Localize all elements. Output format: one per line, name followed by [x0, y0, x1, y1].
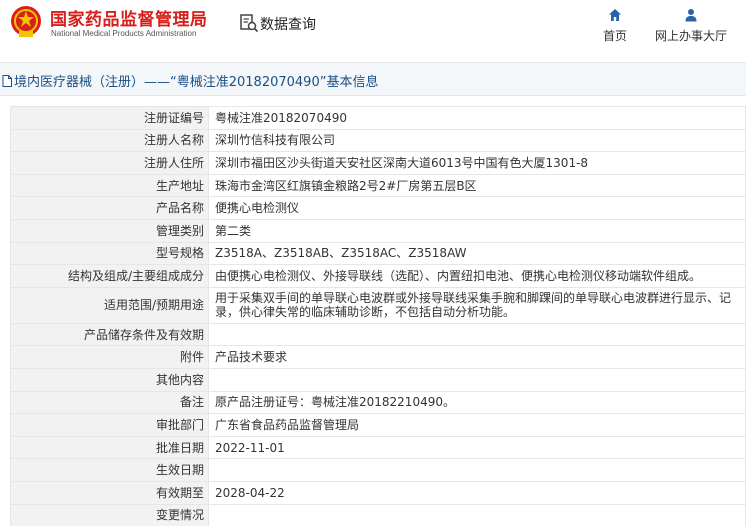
document-icon [2, 75, 12, 87]
table-row: 型号规格 Z3518A、Z3518AB、Z3518AC、Z3518AW [10, 241, 746, 266]
field-label: 有效期至 [10, 480, 209, 505]
field-label: 管理类别 [10, 218, 209, 243]
table-row: 生效日期 [10, 458, 746, 482]
field-label: 备注 [10, 390, 209, 415]
effective-date-value [208, 458, 746, 482]
breadcrumb-text: 境内医疗器械（注册）——“粤械注准20182070490”基本信息 [14, 75, 379, 90]
nav-online-hall[interactable]: 网上办事大厅 [650, 8, 732, 48]
approval-date-value: 2022-11-01 [208, 435, 746, 460]
field-label: 其他内容 [10, 367, 209, 392]
search-document-icon [240, 14, 259, 33]
other-value [208, 367, 746, 392]
table-row: 注册人住所 深圳市福田区沙头街道天安社区深南大道6013号中国有色大厦1301-… [10, 151, 746, 175]
valid-until-value: 2028-04-22 [208, 480, 746, 505]
field-label: 批准日期 [10, 435, 209, 460]
field-label: 注册证编号 [10, 106, 209, 130]
breadcrumb-bar: 境内医疗器械（注册）——“粤械注准20182070490”基本信息 [0, 62, 746, 96]
site-header: 国家药品监督管理局 National Medical Products Admi… [0, 0, 746, 56]
remark-value: 原产品注册证号：粤械注准20182210490。 [208, 390, 746, 415]
table-row: 审批部门 广东省食品药品监督管理局 [10, 413, 746, 437]
nav-home[interactable]: 首页 [595, 8, 635, 48]
device-detail-table: 注册证编号 粤械注准20182070490 注册人名称 深圳竹信科技有限公司 注… [10, 106, 746, 526]
home-icon [609, 9, 621, 21]
table-row: 其他内容 [10, 367, 746, 392]
field-label: 产品名称 [10, 196, 209, 220]
registrant-addr-value: 深圳市福田区沙头街道天安社区深南大道6013号中国有色大厦1301-8 [208, 151, 746, 175]
table-row: 有效期至 2028-04-22 [10, 480, 746, 505]
structure-value: 由便携心电检测仪、外接导联线（选配）、内置纽扣电池、便携心电检测仪移动端软件组成… [208, 264, 746, 288]
breadcrumb: 境内医疗器械（注册）——“粤械注准20182070490”基本信息 [2, 71, 378, 90]
mgmt-class-value: 第二类 [208, 218, 746, 243]
nav-online-hall-label: 网上办事大厅 [654, 29, 727, 43]
user-icon [685, 9, 697, 22]
table-row: 附件 产品技术要求 [10, 345, 746, 369]
field-label: 审批部门 [10, 413, 209, 437]
table-row: 结构及组成/主要组成成分 由便携心电检测仪、外接导联线（选配）、内置纽扣电池、便… [10, 264, 746, 288]
table-row: 生产地址 珠海市金湾区红旗镇金粮路2号2#厂房第五层B区 [10, 173, 746, 198]
table-row: 产品储存条件及有效期 [10, 322, 746, 347]
field-label: 适用范围/预期用途 [10, 286, 209, 324]
table-row: 管理类别 第二类 [10, 218, 746, 243]
table-row: 变更情况 [10, 503, 746, 526]
field-label: 生产地址 [10, 173, 209, 198]
table-row: 适用范围/预期用途 用于采集双手间的单导联心电波群或外接导联线采集手腕和脚踝间的… [10, 286, 746, 324]
table-row: 备注 原产品注册证号：粤械注准20182210490。 [10, 390, 746, 415]
field-label: 变更情况 [10, 503, 209, 526]
field-label: 注册人名称 [10, 128, 209, 153]
table-row: 产品名称 便携心电检测仪 [10, 196, 746, 220]
brand-title-en: National Medical Products Administration [51, 29, 197, 38]
table-row: 批准日期 2022-11-01 [10, 435, 746, 460]
nav-home-label: 首页 [602, 29, 627, 43]
registrant-value: 深圳竹信科技有限公司 [208, 128, 746, 153]
table-row: 注册证编号 粤械注准20182070490 [10, 106, 746, 130]
nmpa-emblem-icon [11, 6, 41, 37]
field-label: 注册人住所 [10, 151, 209, 175]
field-label: 产品储存条件及有效期 [10, 322, 209, 347]
product-name-value: 便携心电检测仪 [208, 196, 746, 220]
reg-no-value: 粤械注准20182070490 [208, 106, 746, 130]
scope-value: 用于采集双手间的单导联心电波群或外接导联线采集手腕和脚踝间的单导联心电波群进行显… [208, 286, 746, 324]
model-value: Z3518A、Z3518AB、Z3518AC、Z3518AW [208, 241, 746, 266]
field-label: 附件 [10, 345, 209, 369]
attachment-value: 产品技术要求 [208, 345, 746, 369]
data-query-title: 数据查询 [260, 17, 316, 33]
approver-value: 广东省食品药品监督管理局 [208, 413, 746, 437]
brand-title-cn[interactable]: 国家药品监督管理局 [50, 5, 208, 30]
field-label: 生效日期 [10, 458, 209, 482]
table-row: 注册人名称 深圳竹信科技有限公司 [10, 128, 746, 153]
storage-value [208, 322, 746, 347]
field-label: 结构及组成/主要组成成分 [10, 264, 209, 288]
prod-addr-value: 珠海市金湾区红旗镇金粮路2号2#厂房第五层B区 [208, 173, 746, 198]
changes-value [208, 503, 746, 526]
field-label: 型号规格 [10, 241, 209, 266]
